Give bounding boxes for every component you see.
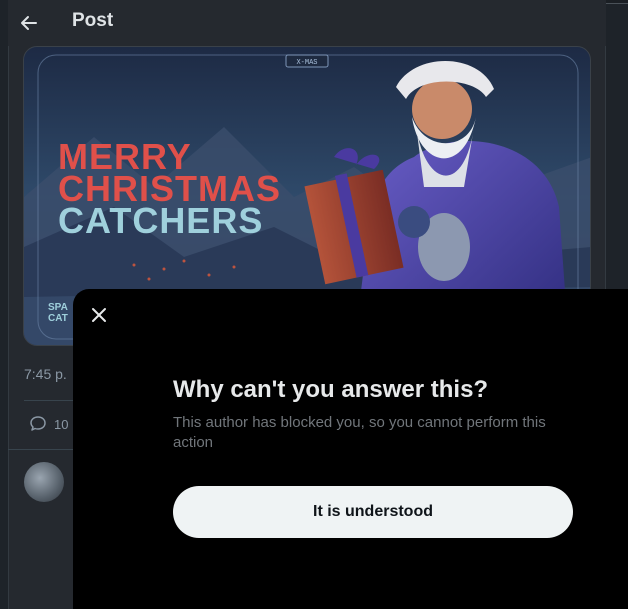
- close-button[interactable]: [85, 301, 113, 329]
- post-timestamp[interactable]: 7:45 p.: [24, 366, 67, 382]
- arrow-left-icon: [21, 16, 37, 30]
- corner-text-2: CAT: [48, 313, 68, 324]
- dialog-description: This author has blocked you, so you cann…: [173, 414, 546, 451]
- reply-button[interactable]: 10: [28, 414, 68, 434]
- page-title: Post: [72, 10, 114, 31]
- understood-button[interactable]: It is understood: [173, 486, 573, 538]
- corner-text-1: SPA: [48, 302, 68, 313]
- dialog-title: Why can't you answer this?: [173, 376, 489, 403]
- avatar[interactable]: [24, 462, 64, 502]
- back-button[interactable]: [14, 8, 44, 38]
- headline-line-3: CATCHERS: [58, 200, 263, 241]
- reply-count: 10: [54, 416, 69, 432]
- image-badge: X-MAS: [296, 59, 317, 67]
- blocked-dialog: Why can't you answer this? This author h…: [73, 289, 628, 609]
- close-icon: [92, 308, 106, 322]
- comment-icon: [30, 416, 46, 431]
